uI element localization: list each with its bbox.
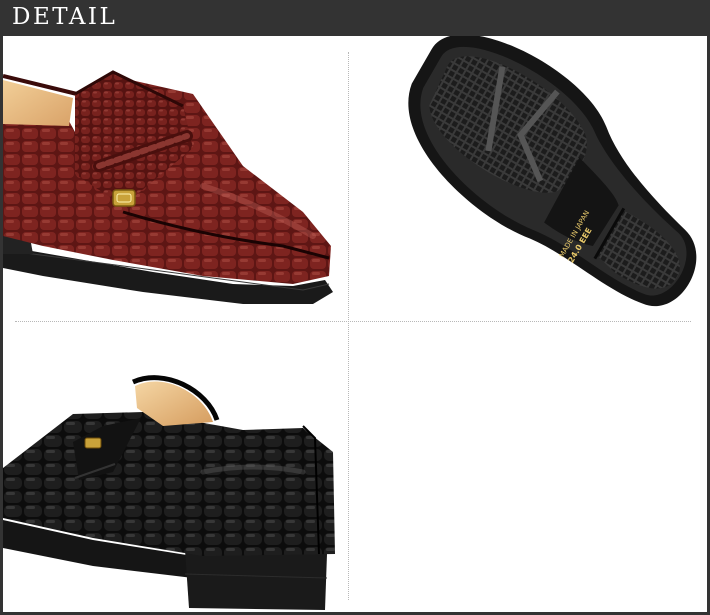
black-shoe-heel-image: [3, 322, 347, 612]
detail-panel: MADE IN JAPAN 24.0 EEE: [3, 36, 707, 612]
detail-header: DETAIL: [0, 0, 710, 36]
brown-shoe-toe-image: [3, 36, 347, 320]
shoe-sole-image: MADE IN JAPAN 24.0 EEE: [349, 36, 707, 320]
empty-cell: [349, 322, 707, 612]
detail-title: DETAIL: [12, 4, 118, 30]
